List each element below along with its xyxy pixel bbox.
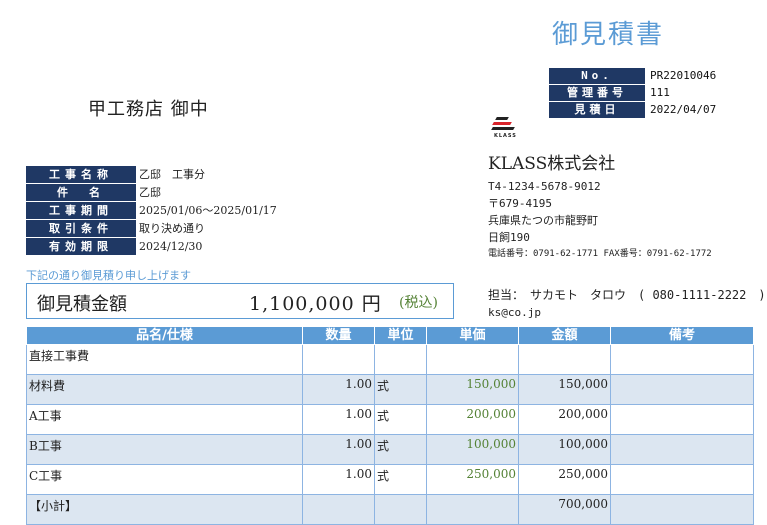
table-row: A工事 1.00 式 200,000 200,000 — [26, 404, 754, 435]
item-qty: 1.00 — [345, 467, 372, 481]
item-name: A工事 — [29, 409, 62, 423]
item-qty: 1.00 — [345, 377, 372, 391]
item-qty: 1.00 — [345, 407, 372, 421]
item-amount: 100,000 — [558, 437, 608, 451]
item-price: 150,000 — [466, 377, 516, 391]
project-value: 2024/12/30 — [139, 240, 203, 253]
item-unit: 式 — [377, 469, 390, 483]
table-row: 【小計】 700,000 — [26, 494, 754, 525]
info-row-control: 管理番号 111 — [548, 84, 721, 102]
project-value: 乙邸 — [139, 186, 161, 199]
item-unit — [377, 495, 424, 497]
item-price: 200,000 — [466, 407, 516, 421]
item-name: 直接工事費 — [29, 349, 90, 363]
table-row: B工事 1.00 式 100,000 100,000 — [26, 434, 754, 465]
total-amount: 1,100,000 円 — [249, 293, 382, 315]
item-name: C工事 — [29, 469, 63, 483]
project-label: 工事名称 — [26, 166, 136, 184]
item-price: 100,000 — [466, 437, 516, 451]
document-title: 御見積書 — [552, 20, 665, 50]
item-remarks — [613, 495, 751, 497]
logo-stroke — [491, 127, 515, 130]
project-label: 件 名 — [26, 183, 136, 202]
project-label: 工事期間 — [26, 201, 136, 220]
item-price: 250,000 — [466, 467, 516, 481]
company-address: T4-1234-5678-9012 〒679-4195 兵庫県たつの市龍野町 日… — [488, 178, 712, 263]
info-value: 111 — [650, 86, 670, 99]
project-label: 取引条件 — [26, 219, 136, 238]
project-value: 取り決め通り — [139, 222, 205, 235]
project-table: 工事名称 乙邸 工事分 件 名乙邸 工事期間 2025/01/06～2025/01/… — [26, 166, 280, 256]
item-name: B工事 — [29, 439, 62, 453]
project-value: 乙邸 工事分 — [139, 168, 205, 182]
project-label: 有効期限 — [26, 237, 136, 256]
item-amount: 150,000 — [558, 377, 608, 391]
postal-code: 〒679-4195 — [488, 197, 552, 210]
registration-number: T4-1234-5678-9012 — [488, 180, 601, 193]
address-line-2: 日飼190 — [488, 231, 530, 244]
address-line-1: 兵庫県たつの市龍野町 — [488, 214, 598, 227]
header-item: 品名/仕様 — [26, 326, 303, 345]
item-remarks — [613, 345, 751, 347]
item-remarks — [613, 375, 751, 377]
table-row: C工事 1.00 式 250,000 250,000 — [26, 464, 754, 495]
company-logo: KLASS — [491, 117, 522, 141]
contact-info: 担当： サカモト タロウ ( 080-1111-2222 ) ks@co.jp — [488, 286, 766, 322]
item-unit: 式 — [377, 409, 390, 423]
info-row-no: No. PR22010046 — [548, 67, 721, 85]
contact-person: 担当： サカモト タロウ ( 080-1111-2222 ) — [488, 288, 766, 302]
item-amount: 250,000 — [558, 467, 608, 481]
header-amount: 金額 — [518, 326, 611, 345]
item-remarks — [613, 465, 751, 467]
header-remarks: 備考 — [610, 326, 754, 345]
line-items-table: 品名/仕様 数量 単位 単価 金額 備考 直接工事費 材料費 1.00 式 15… — [26, 326, 754, 525]
info-value: PR22010046 — [650, 69, 717, 82]
table-header-row: 品名/仕様 数量 単位 単価 金額 備考 — [26, 326, 754, 345]
item-price — [429, 495, 516, 497]
item-amount: 700,000 — [558, 497, 608, 511]
client-name: 甲工務店 御中 — [88, 99, 209, 120]
item-name: 【小計】 — [29, 499, 78, 513]
item-qty: 1.00 — [345, 437, 372, 451]
logo-stroke — [492, 122, 512, 125]
item-name: 材料費 — [29, 379, 66, 393]
item-amount: 200,000 — [558, 407, 608, 421]
info-label: 見積日 — [548, 101, 646, 119]
header-qty: 数量 — [302, 326, 375, 345]
header-unit: 単位 — [374, 326, 427, 345]
header-price: 単価 — [426, 326, 519, 345]
info-label: No. — [548, 67, 646, 85]
item-qty — [305, 345, 372, 347]
table-row: 材料費 1.00 式 150,000 150,000 — [26, 374, 754, 405]
project-value: 2025/01/06～2025/01/17 — [139, 204, 277, 217]
tax-label: (税込) — [399, 295, 438, 311]
info-label: 管理番号 — [548, 84, 646, 102]
item-unit — [377, 345, 424, 347]
estimate-note: 下記の通り御見積り申し上げます — [26, 269, 191, 282]
contact-email: ks@co.jp — [488, 306, 541, 319]
info-row-date: 見積日 2022/04/07 — [548, 101, 721, 119]
company-name: KLASS株式会社 — [488, 154, 616, 174]
item-remarks — [613, 435, 751, 437]
total-label: 御見積金額 — [37, 294, 127, 315]
item-qty — [305, 495, 372, 497]
total-amount-box: 御見積金額 1,100,000 円 (税込) — [26, 283, 454, 319]
item-remarks — [613, 405, 751, 407]
item-amount — [521, 345, 608, 347]
table-row: 直接工事費 — [26, 344, 754, 375]
info-table: No. PR22010046 管理番号 111 見積日 2022/04/07 — [548, 67, 721, 119]
logo-text: KLASS — [494, 133, 517, 139]
item-unit: 式 — [377, 379, 390, 393]
item-price — [429, 345, 516, 347]
logo-stroke — [495, 117, 509, 120]
info-value: 2022/04/07 — [650, 103, 717, 116]
phone-fax: 電話番号：0791-62-1771 FAX番号：0791-62-1772 — [488, 249, 712, 259]
item-unit: 式 — [377, 439, 390, 453]
